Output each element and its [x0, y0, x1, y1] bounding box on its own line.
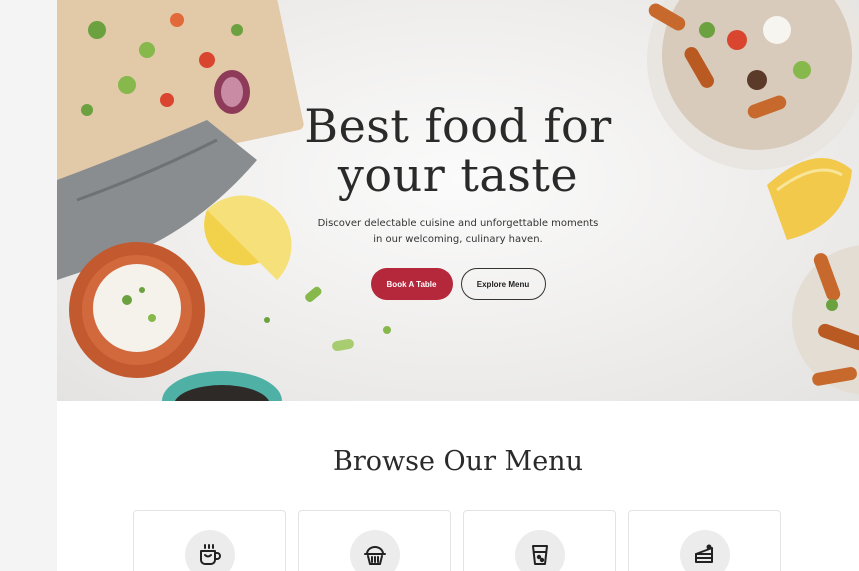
menu-card-dessert[interactable]: [298, 510, 451, 571]
hero-buttons: Book A Table Explore Menu: [57, 268, 859, 300]
hero-title: Best food for your taste: [57, 102, 859, 200]
dessert-bowl-icon: [349, 530, 400, 571]
coffee-mug-icon: [184, 530, 235, 571]
hero-title-line-2: your taste: [337, 148, 579, 202]
menu-card-drinks[interactable]: [463, 510, 616, 571]
hero-subtitle-line-2: in our welcoming, culinary haven.: [373, 234, 543, 245]
menu-category-cards: [133, 510, 781, 571]
cake-slice-icon: [679, 530, 730, 571]
browse-menu-section: Browse Our Menu: [57, 401, 859, 571]
page: Best food for your taste Discover delect…: [57, 0, 859, 571]
hero-subtitle-line-1: Discover delectable cuisine and unforget…: [317, 218, 599, 229]
explore-menu-button[interactable]: Explore Menu: [460, 268, 546, 300]
hero-content: Best food for your taste Discover delect…: [57, 102, 859, 300]
left-gutter: [0, 0, 57, 571]
hero-subtitle: Discover delectable cuisine and unforget…: [57, 216, 859, 248]
book-a-table-button[interactable]: Book A Table: [370, 268, 453, 300]
drink-cup-icon: [514, 530, 565, 571]
hero-section: Best food for your taste Discover delect…: [57, 0, 859, 401]
menu-card-cakes[interactable]: [628, 510, 781, 571]
hero-title-line-1: Best food for: [304, 99, 612, 153]
menu-title: Browse Our Menu: [333, 446, 583, 477]
menu-card-coffee[interactable]: [133, 510, 286, 571]
